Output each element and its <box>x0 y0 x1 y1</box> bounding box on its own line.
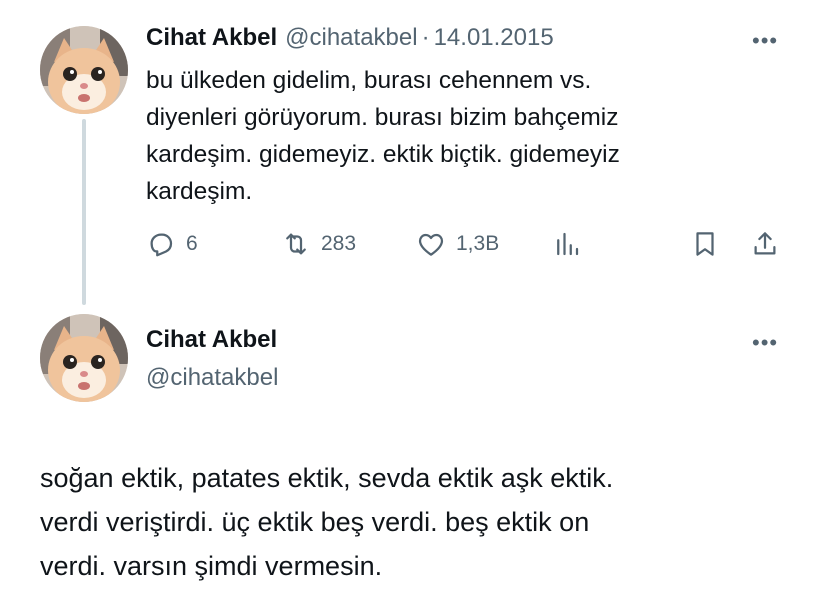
author-handle[interactable]: @cihatakbel <box>146 364 278 392</box>
more-options-button[interactable]: ••• <box>752 28 778 54</box>
like-icon <box>418 233 444 256</box>
more-options-button[interactable]: ••• <box>752 330 778 356</box>
retweet-button[interactable]: 283 <box>281 229 356 259</box>
author-handle[interactable]: @cihatakbel <box>285 24 417 52</box>
reply-count: 6 <box>186 232 198 255</box>
avatar[interactable] <box>40 26 128 114</box>
reply-button[interactable]: 6 <box>146 229 198 259</box>
tweet-date[interactable]: 14.01.2015 <box>434 24 554 52</box>
cat-avatar-image <box>40 26 128 114</box>
like-count: 1,3B <box>456 232 500 255</box>
bookmark-button[interactable] <box>690 229 720 259</box>
share-button[interactable] <box>750 229 780 259</box>
like-button[interactable]: 1,3B <box>416 229 499 259</box>
tweet-text: soğan ektik, patates ektik, sevda ektik … <box>40 463 614 581</box>
author-name[interactable]: Cihat Akbel <box>146 326 277 354</box>
retweet-count: 283 <box>321 232 357 255</box>
retweet-icon <box>286 233 306 255</box>
views-button[interactable] <box>552 229 582 259</box>
author-name[interactable]: Cihat Akbel <box>146 24 277 52</box>
thread-line <box>82 119 86 305</box>
tweet-text: bu ülkeden gidelim, burası cehennem vs. … <box>146 67 620 205</box>
views-icon <box>557 232 579 256</box>
cat-avatar-image <box>40 314 128 402</box>
tweet-header: Cihat Akbel @cihatakbel · 14.01.2015 <box>146 24 554 52</box>
avatar[interactable] <box>40 314 128 402</box>
date-separator: · <box>421 24 430 51</box>
reply-icon <box>150 233 173 257</box>
bookmark-icon <box>696 232 714 256</box>
share-icon <box>754 232 776 255</box>
